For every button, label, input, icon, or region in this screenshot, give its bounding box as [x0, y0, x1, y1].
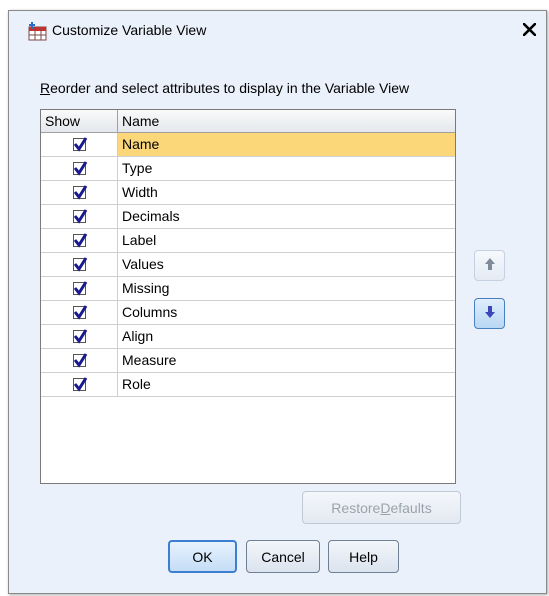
show-checkbox[interactable]: [72, 281, 87, 296]
show-checkbox[interactable]: [72, 353, 87, 368]
move-down-button[interactable]: [474, 298, 505, 329]
attribute-name-cell: Values: [122, 256, 164, 272]
table-row[interactable]: Columns: [41, 301, 455, 325]
attribute-name-cell: Missing: [122, 280, 170, 296]
dialog-title: Customize Variable View: [52, 22, 207, 38]
table-row[interactable]: Name: [41, 133, 455, 157]
instructions-mnemonic: R: [40, 80, 51, 96]
show-cell: [41, 325, 118, 348]
check-icon: [73, 233, 87, 248]
grid-body: Name Type Width Decimals Label Values Missing C…: [41, 133, 455, 397]
show-cell: [41, 253, 118, 276]
check-icon: [73, 209, 87, 224]
table-row[interactable]: Align: [41, 325, 455, 349]
attribute-name-cell: Label: [122, 232, 157, 248]
check-icon: [73, 377, 87, 392]
show-checkbox[interactable]: [72, 161, 87, 176]
check-icon: [73, 257, 87, 272]
restore-label-mnemonic: D: [380, 499, 391, 516]
show-cell: [41, 229, 118, 252]
show-checkbox[interactable]: [72, 329, 87, 344]
show-cell: [41, 157, 118, 180]
table-row[interactable]: Values: [41, 253, 455, 277]
show-cell: [41, 301, 118, 324]
attribute-name-cell: Align: [122, 328, 154, 344]
show-checkbox[interactable]: [72, 305, 87, 320]
attribute-name-cell: Role: [122, 376, 151, 392]
cancel-button[interactable]: Cancel: [246, 540, 320, 573]
check-icon: [73, 329, 87, 344]
column-header-name[interactable]: Name: [118, 110, 455, 132]
table-row[interactable]: Label: [41, 229, 455, 253]
show-checkbox[interactable]: [72, 209, 87, 224]
attribute-name-cell: Width: [122, 184, 158, 200]
ok-button[interactable]: OK: [168, 540, 237, 573]
attribute-name-cell: Type: [122, 160, 153, 176]
table-row[interactable]: Decimals: [41, 205, 455, 229]
grid-header: Show Name: [41, 110, 455, 133]
attribute-name-cell: Columns: [122, 304, 178, 320]
show-cell: [41, 349, 118, 372]
show-cell: [41, 181, 118, 204]
restore-label-after: efaults: [390, 499, 432, 516]
show-cell: [41, 133, 118, 156]
instructions-rest: eorder and select attributes to display …: [50, 80, 410, 96]
title-bar: Customize Variable View: [9, 11, 546, 49]
instructions-text: Reorder and select attributes to display…: [40, 79, 409, 97]
column-header-show[interactable]: Show: [41, 110, 118, 132]
show-checkbox[interactable]: [72, 377, 87, 392]
table-row[interactable]: Measure: [41, 349, 455, 373]
show-checkbox[interactable]: [72, 257, 87, 272]
table-row[interactable]: Missing: [41, 277, 455, 301]
check-icon: [73, 161, 87, 176]
customize-variable-view-dialog: Customize Variable View Reorder and sele…: [8, 10, 547, 594]
show-cell: [41, 205, 118, 228]
table-row[interactable]: Role: [41, 373, 455, 397]
variable-view-app-icon: [28, 21, 48, 41]
help-button[interactable]: Help: [328, 540, 399, 573]
attribute-name-cell: Name: [118, 133, 455, 156]
attribute-name-cell: Measure: [122, 352, 177, 368]
check-icon: [73, 137, 87, 152]
check-icon: [73, 305, 87, 320]
table-row[interactable]: Type: [41, 157, 455, 181]
check-icon: [73, 281, 87, 296]
show-checkbox[interactable]: [72, 185, 87, 200]
close-icon: [521, 21, 537, 39]
attribute-name-cell: Decimals: [122, 208, 180, 224]
show-cell: [41, 277, 118, 300]
arrow-up-icon: [484, 257, 496, 274]
show-checkbox[interactable]: [72, 137, 87, 152]
check-icon: [73, 353, 87, 368]
restore-defaults-button[interactable]: Restore Defaults: [302, 491, 461, 524]
check-icon: [73, 185, 87, 200]
close-button[interactable]: [520, 20, 538, 40]
show-cell: [41, 373, 118, 396]
arrow-down-icon: [484, 305, 496, 322]
attributes-grid[interactable]: Show Name Name Type Width Decimals Label Valu…: [40, 109, 456, 484]
show-checkbox[interactable]: [72, 233, 87, 248]
table-row[interactable]: Width: [41, 181, 455, 205]
move-up-button[interactable]: [474, 250, 505, 281]
restore-label-before: Restore: [331, 499, 381, 516]
